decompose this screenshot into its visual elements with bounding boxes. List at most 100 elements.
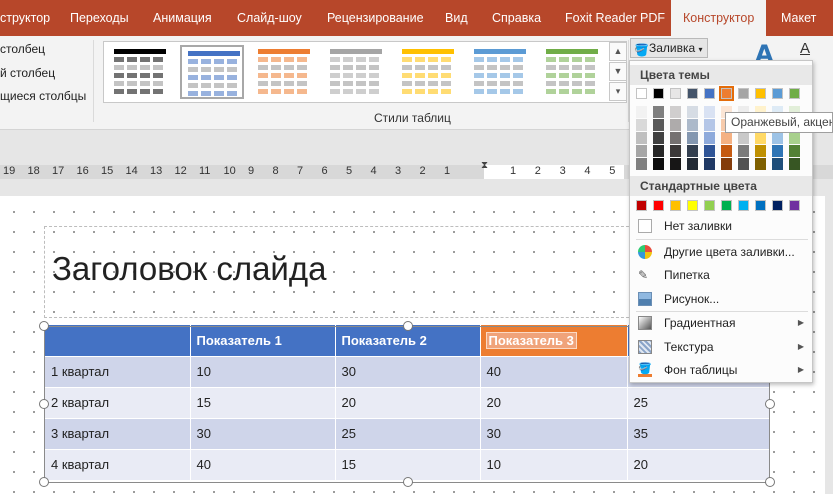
eyedropper-menu-item[interactable]: ✎ Пипетка: [630, 264, 812, 286]
standard-color-swatch[interactable]: [653, 200, 664, 211]
theme-shade-swatch[interactable]: [653, 119, 664, 131]
resize-handle[interactable]: [403, 321, 413, 331]
theme-shade-swatch[interactable]: [687, 132, 698, 144]
theme-shade-swatch[interactable]: [653, 106, 664, 118]
theme-shade-swatch[interactable]: [704, 158, 715, 170]
theme-shade-swatch[interactable]: [636, 158, 647, 170]
theme-shade-swatch[interactable]: [738, 145, 749, 157]
theme-shade-swatch[interactable]: [721, 132, 732, 144]
texture-menu-item[interactable]: Текстура ▶: [630, 336, 812, 358]
table-style-thumbnail[interactable]: [468, 45, 532, 99]
theme-color-swatch[interactable]: [789, 88, 800, 99]
fill-dropdown-button[interactable]: 🪣 Заливка ▾: [630, 38, 708, 58]
theme-shade-swatch[interactable]: [636, 145, 647, 157]
theme-shade-swatch[interactable]: [687, 158, 698, 170]
standard-color-swatch[interactable]: [772, 200, 783, 211]
theme-shade-swatch[interactable]: [755, 132, 766, 144]
resize-handle[interactable]: [765, 399, 775, 409]
tab-transitions[interactable]: Переходы: [70, 0, 129, 36]
theme-shade-swatch[interactable]: [687, 145, 698, 157]
theme-color-swatch[interactable]: [719, 86, 734, 101]
standard-color-swatch[interactable]: [755, 200, 766, 211]
tab-layout[interactable]: Макет: [781, 0, 816, 36]
theme-shade-swatch[interactable]: [738, 158, 749, 170]
theme-shade-swatch[interactable]: [670, 132, 681, 144]
resize-handle[interactable]: [403, 477, 413, 487]
theme-color-swatch[interactable]: [772, 88, 783, 99]
theme-shade-swatch[interactable]: [636, 132, 647, 144]
theme-color-swatch[interactable]: [738, 88, 749, 99]
tab-slideshow[interactable]: Слайд-шоу: [237, 0, 302, 36]
gallery-scroll-up-button[interactable]: ▲: [609, 42, 627, 61]
text-fill-icon[interactable]: A: [800, 40, 810, 57]
theme-shade-swatch[interactable]: [755, 145, 766, 157]
theme-shade-swatch[interactable]: [789, 158, 800, 170]
resize-handle[interactable]: [39, 321, 49, 331]
option-last-column[interactable]: й столбец: [0, 66, 55, 80]
theme-color-swatch[interactable]: [670, 88, 681, 99]
no-fill-menu-item[interactable]: Нет заливки: [630, 215, 812, 237]
theme-shade-swatch[interactable]: [704, 106, 715, 118]
theme-shade-swatch[interactable]: [687, 106, 698, 118]
theme-shade-swatch[interactable]: [670, 119, 681, 131]
theme-color-swatch[interactable]: [636, 88, 647, 99]
theme-shade-swatch[interactable]: [721, 145, 732, 157]
tab-view[interactable]: Вид: [445, 0, 468, 36]
tab-review[interactable]: Рецензирование: [327, 0, 424, 36]
theme-shade-swatch[interactable]: [704, 145, 715, 157]
table-style-thumbnail[interactable]: [108, 45, 172, 99]
theme-shade-swatch[interactable]: [653, 132, 664, 144]
theme-shade-swatch[interactable]: [738, 132, 749, 144]
slide-title[interactable]: Заголовок слайда: [52, 250, 326, 288]
standard-color-swatch[interactable]: [636, 200, 647, 211]
theme-color-swatch[interactable]: [755, 88, 766, 99]
theme-color-swatch[interactable]: [704, 88, 715, 99]
tab-foxit-reader-pdf[interactable]: Foxit Reader PDF: [565, 0, 665, 36]
theme-shade-swatch[interactable]: [704, 119, 715, 131]
resize-handle[interactable]: [39, 399, 49, 409]
table-style-thumbnail[interactable]: [180, 45, 244, 99]
table-style-thumbnail[interactable]: [540, 45, 604, 99]
theme-shade-swatch[interactable]: [789, 132, 800, 144]
resize-handle[interactable]: [765, 477, 775, 487]
standard-color-swatch[interactable]: [738, 200, 749, 211]
theme-shade-swatch[interactable]: [772, 132, 783, 144]
table-style-thumbnail[interactable]: [252, 45, 316, 99]
theme-shade-swatch[interactable]: [755, 158, 766, 170]
theme-shade-swatch[interactable]: [636, 106, 647, 118]
tab-table-design[interactable]: Конструктор: [671, 0, 767, 36]
gradient-menu-item[interactable]: Градиентная ▶: [630, 312, 812, 334]
standard-color-swatch[interactable]: [704, 200, 715, 211]
table-style-thumbnail[interactable]: [324, 45, 388, 99]
standard-color-swatch[interactable]: [721, 200, 732, 211]
option-banded-columns[interactable]: щиеся столбцы: [0, 89, 86, 103]
theme-shade-swatch[interactable]: [670, 158, 681, 170]
tab-help[interactable]: Справка: [492, 0, 541, 36]
indent-marker-icon[interactable]: ⧗: [481, 160, 488, 171]
tab-design[interactable]: структор: [0, 0, 50, 36]
picture-menu-item[interactable]: Рисунок...: [630, 288, 812, 310]
theme-shade-swatch[interactable]: [772, 158, 783, 170]
table-style-thumbnail[interactable]: [396, 45, 460, 99]
table-background-menu-item[interactable]: 🪣 Фон таблицы ▶: [630, 359, 812, 381]
theme-shade-swatch[interactable]: [670, 145, 681, 157]
theme-color-swatch[interactable]: [653, 88, 664, 99]
theme-color-swatch[interactable]: [687, 88, 698, 99]
theme-shade-swatch[interactable]: [670, 106, 681, 118]
option-first-column[interactable]: столбец: [0, 42, 45, 56]
gallery-more-button[interactable]: ▾: [609, 82, 627, 101]
tab-animations[interactable]: Анимация: [153, 0, 212, 36]
theme-shade-swatch[interactable]: [636, 119, 647, 131]
theme-shade-swatch[interactable]: [653, 158, 664, 170]
standard-color-swatch[interactable]: [789, 200, 800, 211]
theme-shade-swatch[interactable]: [789, 145, 800, 157]
theme-shade-swatch[interactable]: [704, 132, 715, 144]
theme-shade-swatch[interactable]: [772, 145, 783, 157]
theme-shade-swatch[interactable]: [687, 119, 698, 131]
theme-shade-swatch[interactable]: [721, 158, 732, 170]
standard-color-swatch[interactable]: [687, 200, 698, 211]
gallery-scroll-down-button[interactable]: ▼: [609, 62, 627, 81]
more-fill-colors-menu-item[interactable]: Другие цвета заливки...: [630, 241, 812, 263]
theme-shade-swatch[interactable]: [653, 145, 664, 157]
resize-handle[interactable]: [39, 477, 49, 487]
